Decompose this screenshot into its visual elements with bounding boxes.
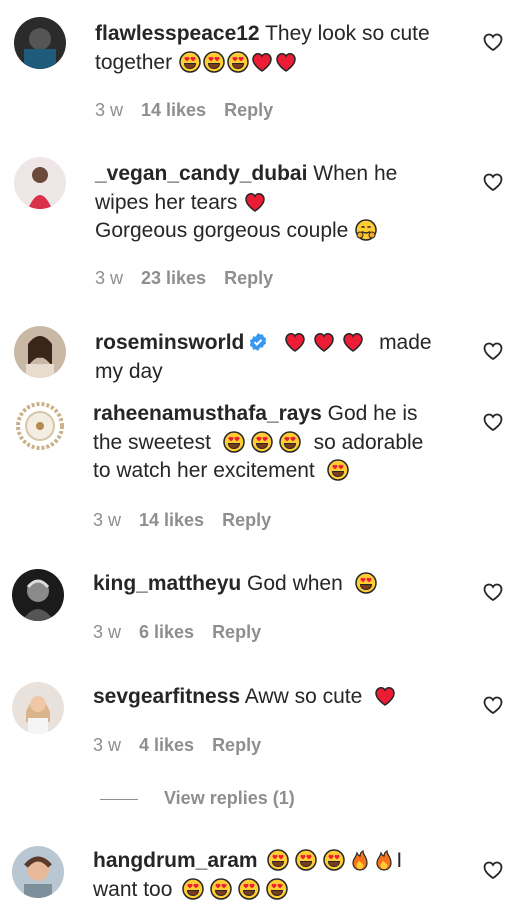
heart-eyes-emoji-icon — [223, 430, 245, 453]
comment-body: They look so cute — [259, 22, 430, 45]
comment-text: _vegan_candy_dubai When he wipes her tea… — [95, 160, 455, 246]
comment-body-line: Gorgeous gorgeous couple — [95, 219, 349, 242]
comment-body: Aww so cute — [240, 685, 363, 708]
hugging-face-emoji-icon — [355, 219, 377, 241]
likes-count[interactable]: 14 likes — [141, 100, 206, 120]
comment-username[interactable]: sevgearfitness — [93, 685, 240, 708]
comment-meta: 3 w 6 likes Reply — [93, 622, 279, 643]
heart-eyes-emoji-icon — [267, 849, 290, 871]
avatar[interactable] — [12, 569, 64, 621]
verified-badge-icon — [250, 333, 267, 351]
comment-text: flawlesspeace12 They look so cute togeth… — [95, 20, 455, 77]
comment-username[interactable]: flawlesspeace12 — [95, 22, 260, 45]
comment-body: I — [396, 849, 403, 872]
red-heart-emoji-icon — [245, 192, 265, 212]
heart-outline-icon[interactable] — [482, 171, 504, 193]
heart-outline-icon[interactable] — [482, 859, 504, 881]
view-replies-button[interactable]: View replies (1) — [100, 788, 295, 809]
heart-eyes-emoji-icon — [210, 877, 232, 900]
heart-eyes-emoji-icon — [238, 877, 260, 900]
avatar[interactable] — [14, 17, 66, 69]
fire-emoji-icon — [352, 850, 368, 871]
comment-meta: 3 w 14 likes Reply — [93, 510, 289, 531]
heart-eyes-emoji-icon — [279, 430, 301, 453]
avatar[interactable] — [12, 682, 64, 734]
heart-eyes-emoji-icon — [323, 849, 346, 871]
avatar[interactable] — [12, 846, 64, 898]
red-heart-emoji-icon — [375, 687, 395, 706]
comment-age: 3 w — [95, 100, 124, 120]
heart-outline-icon[interactable] — [482, 340, 504, 362]
heart-eyes-emoji-icon — [326, 459, 349, 481]
divider-line — [100, 798, 138, 800]
comment-username[interactable]: raheenamusthafa_rays — [93, 402, 322, 425]
comment-username[interactable]: hangdrum_aram — [93, 849, 258, 872]
red-heart-emoji-icon — [343, 333, 363, 352]
comment-text: hangdrum_aram I want too — [93, 847, 453, 904]
avatar[interactable] — [14, 157, 66, 209]
heart-outline-icon[interactable] — [482, 581, 504, 603]
heart-eyes-emoji-icon — [182, 877, 204, 900]
comment-username[interactable]: roseminsworld — [95, 331, 244, 354]
heart-eyes-emoji-icon — [203, 50, 225, 73]
comment-body: made — [379, 331, 432, 354]
comment-body: so adorable — [313, 430, 424, 454]
comment-meta: 3 w 23 likes Reply — [95, 268, 291, 289]
heart-eyes-emoji-icon — [295, 849, 318, 871]
reply-button[interactable]: Reply — [224, 100, 273, 120]
comment-body-line: the sweetest — [93, 430, 211, 454]
fire-emoji-icon — [376, 850, 392, 871]
heart-eyes-emoji-icon — [179, 50, 201, 73]
red-heart-emoji-icon — [252, 52, 272, 72]
comment-body: When he — [307, 162, 398, 185]
comment-body-line: my day — [95, 359, 163, 383]
heart-outline-icon[interactable] — [482, 411, 504, 433]
heart-outline-icon[interactable] — [482, 694, 504, 716]
reply-button[interactable]: Reply — [222, 510, 271, 530]
red-heart-emoji-icon — [314, 333, 334, 352]
comment-text: sevgearfitness Aww so cute — [93, 683, 453, 712]
heart-eyes-emoji-icon — [266, 877, 288, 900]
comment-age: 3 w — [95, 268, 124, 288]
comment-body-line: want too — [93, 877, 173, 901]
likes-count[interactable]: 23 likes — [141, 268, 206, 288]
heart-eyes-emoji-icon — [251, 430, 273, 453]
comment-text: roseminsworld made my day — [95, 329, 455, 386]
comment-meta: 3 w 14 likes Reply — [95, 100, 291, 121]
comment-username[interactable]: _vegan_candy_dubai — [95, 162, 307, 185]
comment-age: 3 w — [93, 510, 122, 530]
reply-button[interactable]: Reply — [212, 735, 261, 755]
comment-meta: 3 w 4 likes Reply — [93, 735, 279, 756]
comment-body-line: together — [95, 50, 173, 74]
view-replies-label[interactable]: View replies (1) — [164, 788, 295, 808]
heart-outline-icon[interactable] — [482, 31, 504, 53]
red-heart-emoji-icon — [276, 52, 296, 72]
likes-count[interactable]: 4 likes — [139, 735, 194, 755]
reply-button[interactable]: Reply — [224, 268, 273, 288]
comment-body: God he is — [321, 402, 418, 425]
comment-username[interactable]: king_mattheyu — [93, 572, 241, 595]
comment-body-line: wipes her tears — [95, 190, 238, 214]
comment-body-line: to watch her excitement — [93, 459, 315, 482]
reply-button[interactable]: Reply — [212, 622, 261, 642]
comment-text: raheenamusthafa_rays God he is the sweet… — [93, 400, 453, 486]
likes-count[interactable]: 14 likes — [139, 510, 204, 530]
comment-age: 3 w — [93, 735, 122, 755]
likes-count[interactable]: 6 likes — [139, 622, 194, 642]
comment-body: God when — [241, 572, 343, 595]
comment-age: 3 w — [93, 622, 122, 642]
comment-text: king_mattheyu God when — [93, 570, 453, 599]
heart-eyes-emoji-icon — [354, 572, 377, 594]
heart-eyes-emoji-icon — [227, 50, 249, 73]
avatar[interactable] — [14, 400, 66, 452]
red-heart-emoji-icon — [285, 333, 305, 352]
avatar[interactable] — [14, 326, 66, 378]
